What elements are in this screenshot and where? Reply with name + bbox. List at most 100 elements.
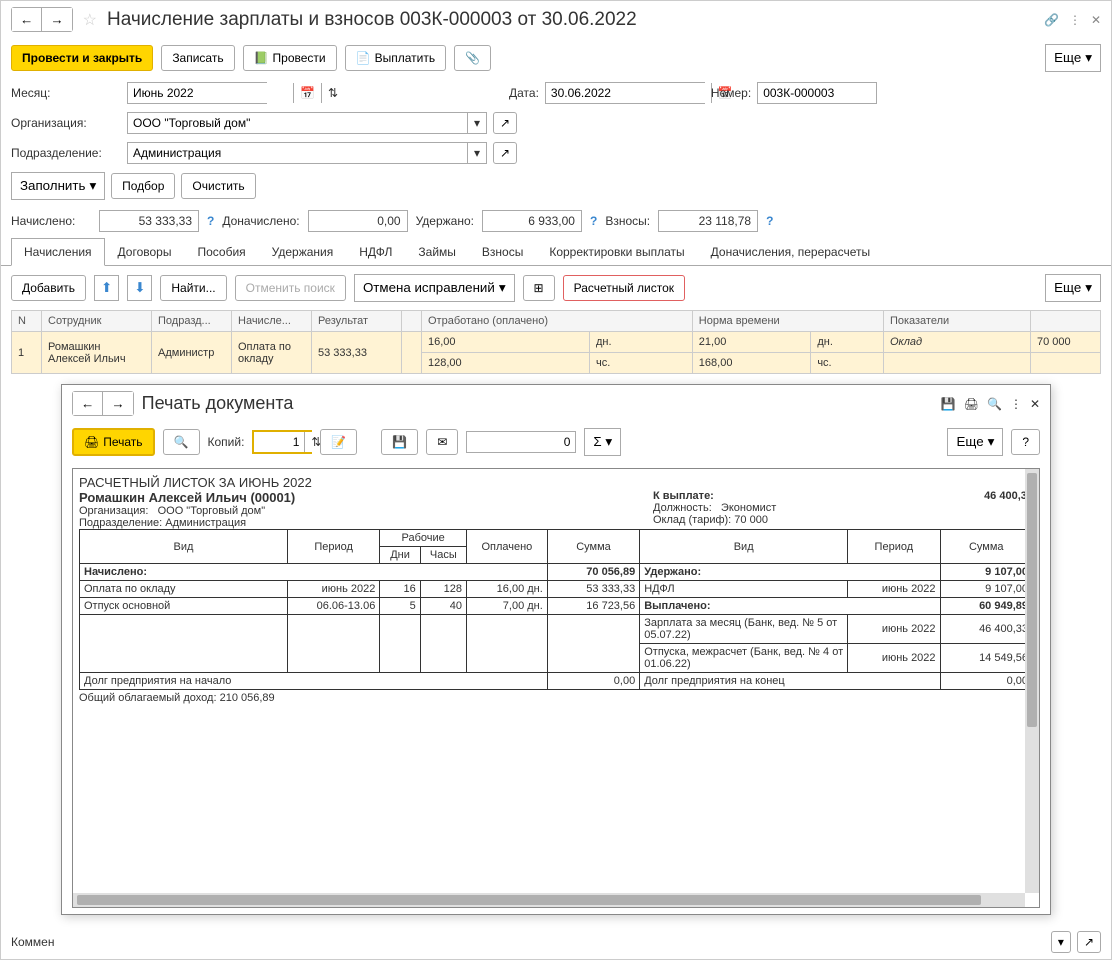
copies-input[interactable] [254, 432, 304, 452]
col-accrual[interactable]: Начисле... [232, 311, 312, 332]
print-button[interactable]: 🖨Печать [72, 428, 155, 456]
back-button[interactable]: ← [12, 8, 42, 31]
additional-value: 0,00 [308, 210, 408, 232]
col-result[interactable]: Результат [312, 311, 402, 332]
chevron-down-icon: ▾ [1085, 280, 1092, 296]
payslip-button[interactable]: Расчетный листок [563, 275, 685, 301]
add-button[interactable]: Добавить [11, 275, 86, 301]
modal-close-icon[interactable]: ✕ [1030, 397, 1040, 411]
preview-icon[interactable]: 🔍 [987, 397, 1002, 411]
comment-dropdown-button[interactable]: ▾ [1051, 931, 1071, 953]
chevron-down-icon[interactable]: ▾ [467, 143, 486, 163]
report-table: Вид Период Рабочие Оплачено Сумма Вид Пе… [79, 529, 1033, 690]
col-employee[interactable]: Сотрудник [42, 311, 152, 332]
tab-deductions[interactable]: Удержания [259, 238, 347, 265]
close-icon[interactable]: ✕ [1091, 13, 1101, 27]
tab-contributions[interactable]: Взносы [469, 238, 536, 265]
modal-title: Печать документа [142, 393, 933, 414]
find-button[interactable]: Найти... [160, 275, 226, 301]
col-norm[interactable]: Норма времени [692, 311, 883, 332]
post-button[interactable]: 📗Провести [243, 45, 337, 71]
tab-corrections[interactable]: Корректировки выплаты [536, 238, 697, 265]
printer-icon: 🖨 [84, 435, 99, 449]
info-icon[interactable]: ? [590, 214, 597, 228]
tab-accruals[interactable]: Начисления [11, 238, 105, 266]
pay-button[interactable]: 📄Выплатить [345, 45, 446, 71]
print-modal: ← → Печать документа 💾 🖨 🔍 ⋮ ✕ 🖨Печать 🔍… [61, 384, 1051, 915]
dept-input[interactable] [128, 143, 467, 163]
scrollbar-horizontal[interactable] [73, 893, 1025, 907]
dept-open-button[interactable]: ↗ [493, 142, 517, 164]
month-label: Месяц: [11, 86, 121, 100]
chevron-down-icon: ▾ [988, 434, 995, 450]
cancel-fix-button[interactable]: Отмена исправлений▾ [354, 274, 515, 302]
report-area: РАСЧЕТНЫЙ ЛИСТОК ЗА ИЮНЬ 2022 Ромашкин А… [72, 468, 1040, 908]
kebab-icon[interactable]: ⋮ [1010, 397, 1022, 411]
email-button[interactable]: ✉ [426, 429, 458, 455]
modal-more-button[interactable]: Еще▾ [947, 428, 1003, 456]
col-worked[interactable]: Отработано (оплачено) [422, 311, 693, 332]
save-button[interactable]: Записать [161, 45, 234, 71]
more-button[interactable]: Еще▾ [1045, 44, 1101, 72]
select-button[interactable]: Подбор [111, 173, 175, 199]
org-input[interactable] [128, 113, 467, 133]
tab-recalc[interactable]: Доначисления, перерасчеты [698, 238, 883, 265]
withheld-label: Удержано: [416, 214, 474, 228]
calendar-icon[interactable]: 📅 [293, 83, 321, 103]
info-icon[interactable]: ? [766, 214, 773, 228]
cancel-search-button[interactable]: Отменить поиск [235, 275, 346, 301]
tab-more-button[interactable]: Еще▾ [1045, 274, 1101, 302]
forward-button[interactable]: → [42, 8, 71, 31]
info-icon[interactable]: ? [207, 214, 214, 228]
grid-settings-button[interactable]: ⊞ [523, 275, 555, 301]
accrued-label: Начислено: [11, 214, 91, 228]
save-icon[interactable]: 💾 [941, 397, 956, 411]
sigma-button[interactable]: Σ ▾ [584, 428, 621, 456]
clear-button[interactable]: Очистить [181, 173, 255, 199]
number-input[interactable] [757, 82, 877, 104]
page-title: Начисление зарплаты и взносов 003К-00000… [107, 9, 1038, 31]
col-x[interactable] [402, 311, 422, 332]
print-icon[interactable]: 🖨 [964, 397, 979, 411]
col-dept[interactable]: Подразд... [152, 311, 232, 332]
post-close-button[interactable]: Провести и закрыть [11, 45, 153, 71]
modal-back-button[interactable]: ← [73, 392, 103, 415]
col-ind-val[interactable] [1031, 311, 1101, 332]
copies-label: Копий: [208, 435, 245, 449]
accrued-value: 53 333,33 [99, 210, 199, 232]
number-label: Номер: [711, 86, 751, 100]
tab-ndfl[interactable]: НДФЛ [346, 238, 405, 265]
move-up-button[interactable]: ⬆ [94, 275, 119, 301]
kebab-icon[interactable]: ⋮ [1069, 13, 1081, 27]
additional-label: Доначислено: [222, 214, 299, 228]
preview-button[interactable]: 🔍 [163, 429, 200, 455]
fill-button[interactable]: Заполнить▾ [11, 172, 105, 200]
move-down-button[interactable]: ⬇ [127, 275, 152, 301]
comment-open-button[interactable]: ↗ [1077, 931, 1101, 953]
scrollbar-vertical[interactable] [1025, 469, 1039, 893]
table-row[interactable]: 1 Ромашкин Алексей Ильич Администр Оплат… [12, 332, 1101, 353]
pay-icon: 📄 [356, 51, 371, 65]
month-input[interactable] [128, 83, 293, 103]
edit-button[interactable]: 📝 [320, 429, 357, 455]
withheld-value: 6 933,00 [482, 210, 582, 232]
sum-input[interactable] [466, 431, 576, 453]
tab-contracts[interactable]: Договоры [105, 238, 185, 265]
help-button[interactable]: ? [1011, 429, 1040, 455]
tab-benefits[interactable]: Пособия [184, 238, 258, 265]
tab-loans[interactable]: Займы [405, 238, 469, 265]
chevron-down-icon: ▾ [1085, 50, 1092, 66]
col-n[interactable]: N [12, 311, 42, 332]
date-input[interactable] [546, 83, 711, 103]
org-open-button[interactable]: ↗ [493, 112, 517, 134]
chevron-down-icon[interactable]: ▾ [467, 113, 486, 133]
spinner-icon[interactable]: ⇅ [321, 83, 344, 103]
dept-label: Подразделение: [11, 146, 121, 160]
star-icon[interactable]: ☆ [79, 10, 101, 30]
modal-forward-button[interactable]: → [103, 392, 132, 415]
save-file-button[interactable]: 💾 [381, 429, 418, 455]
contrib-label: Взносы: [605, 214, 650, 228]
attach-button[interactable]: 📎 [454, 45, 491, 71]
col-indicators[interactable]: Показатели [883, 311, 1030, 332]
link-icon[interactable]: 🔗 [1044, 13, 1059, 27]
